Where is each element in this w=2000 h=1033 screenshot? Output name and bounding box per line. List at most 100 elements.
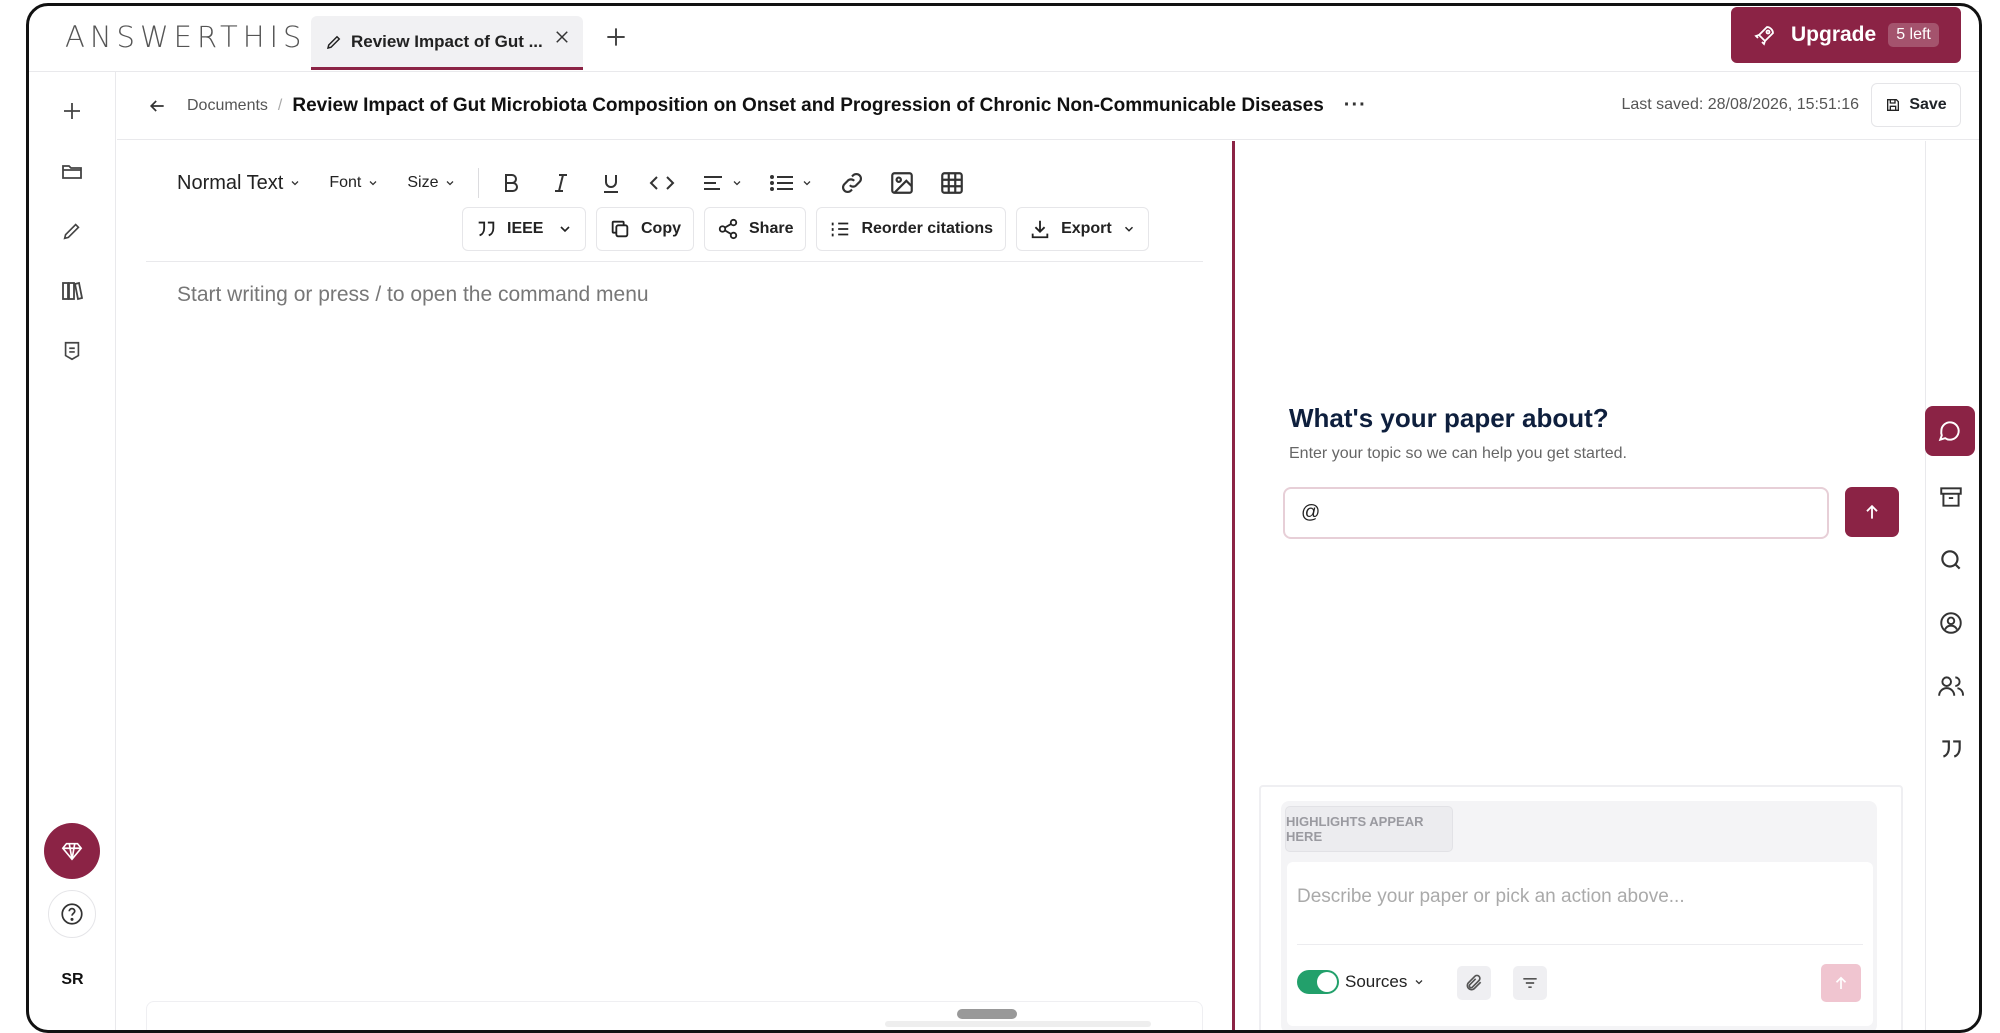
gem-button[interactable] xyxy=(44,823,100,879)
citation-style-select[interactable]: IEEE xyxy=(462,207,586,251)
chevron-down-icon xyxy=(1122,222,1136,236)
chat-composer-inner: HIGHLIGHTS APPEAR HERE Describe your pap… xyxy=(1281,801,1877,1030)
code-icon[interactable] xyxy=(649,171,675,195)
document-title: Review Impact of Gut Microbiota Composit… xyxy=(292,94,1324,116)
upgrade-button[interactable]: Upgrade 5 left xyxy=(1731,7,1961,63)
save-icon xyxy=(1885,97,1901,113)
copy-button[interactable]: Copy xyxy=(596,207,694,251)
copy-label: Copy xyxy=(641,220,681,237)
topic-input[interactable] xyxy=(1283,487,1829,539)
sources-toggle[interactable] xyxy=(1297,970,1339,994)
resize-handle[interactable] xyxy=(957,1009,1017,1019)
image-icon[interactable] xyxy=(889,170,915,196)
size-select[interactable]: Size xyxy=(407,174,456,192)
toolbar-divider xyxy=(146,261,1203,262)
search-icon[interactable] xyxy=(1937,546,1965,574)
archive-icon[interactable] xyxy=(1937,483,1965,511)
list-menu[interactable] xyxy=(769,171,813,195)
text-style-label: Normal Text xyxy=(177,171,284,194)
quote-icon[interactable] xyxy=(1937,735,1965,763)
attach-button[interactable] xyxy=(1457,966,1491,1000)
chat-input-placeholder: Describe your paper or pick an action ab… xyxy=(1297,886,1685,907)
download-icon xyxy=(1029,218,1051,240)
pencil-icon xyxy=(325,33,343,51)
rocket-icon xyxy=(1753,23,1777,47)
editor-content-area[interactable]: Start writing or press / to open the com… xyxy=(177,283,649,307)
bold-icon[interactable] xyxy=(499,171,523,195)
assistant-title: What's your paper about? xyxy=(1289,403,1609,433)
format-toolbar: Normal Text Font Size xyxy=(177,163,965,203)
tab-label: Review Impact of Gut ... xyxy=(351,31,543,51)
chat-send-button[interactable] xyxy=(1821,964,1861,1002)
chevron-down-icon xyxy=(731,177,743,189)
back-arrow-icon[interactable] xyxy=(147,96,167,116)
gem-icon xyxy=(61,840,83,862)
font-label: Font xyxy=(329,174,362,191)
chat-composer: HIGHLIGHTS APPEAR HERE Describe your pap… xyxy=(1259,785,1903,1030)
share-label: Share xyxy=(749,220,794,237)
arrow-up-icon xyxy=(1862,502,1882,522)
sources-label: Sources xyxy=(1345,972,1408,991)
assistant-subtitle: Enter your topic so we can help you get … xyxy=(1289,445,1627,462)
save-label: Save xyxy=(1909,96,1947,113)
folder-icon[interactable] xyxy=(59,158,85,184)
chat-input-area[interactable]: Describe your paper or pick an action ab… xyxy=(1287,862,1873,1026)
plus-icon[interactable] xyxy=(59,98,85,124)
underline-icon[interactable] xyxy=(599,171,623,195)
document-actions-toolbar: IEEE Copy Share Reorder citations Export xyxy=(462,207,1149,251)
editor-footer xyxy=(146,1001,1203,1030)
save-button[interactable]: Save xyxy=(1871,83,1961,127)
toolbar-divider xyxy=(478,168,480,198)
numbered-list-icon xyxy=(829,218,851,240)
help-button[interactable] xyxy=(48,890,96,938)
align-menu[interactable] xyxy=(701,171,743,195)
bullet-list-icon xyxy=(769,171,795,195)
share-icon xyxy=(717,218,739,240)
sources-select[interactable]: Sources xyxy=(1345,972,1425,992)
reorder-citations-button[interactable]: Reorder citations xyxy=(816,207,1007,251)
tab-document[interactable]: Review Impact of Gut ... xyxy=(311,16,583,70)
chat-divider xyxy=(1297,944,1863,945)
chevron-down-icon xyxy=(1413,976,1425,988)
close-tab-icon[interactable] xyxy=(553,28,571,46)
chevron-down-icon xyxy=(557,221,573,237)
breadcrumb-documents-link[interactable]: Documents xyxy=(187,97,268,115)
text-style-select[interactable]: Normal Text xyxy=(177,172,301,195)
books-icon[interactable] xyxy=(59,278,85,304)
submit-topic-button[interactable] xyxy=(1845,487,1899,537)
link-icon[interactable] xyxy=(839,170,865,196)
filter-icon xyxy=(1520,973,1540,993)
more-options-button[interactable]: ··· xyxy=(1344,94,1367,117)
user-circle-icon[interactable] xyxy=(1937,609,1965,637)
size-label: Size xyxy=(407,174,439,191)
reorder-label: Reorder citations xyxy=(861,220,994,237)
share-button[interactable]: Share xyxy=(704,207,807,251)
left-sidebar: SR xyxy=(29,72,116,1030)
font-select[interactable]: Font xyxy=(329,174,379,192)
chevron-down-icon xyxy=(444,177,456,189)
chevron-down-icon xyxy=(801,177,813,189)
upgrade-label: Upgrade xyxy=(1791,23,1877,46)
highlights-tag: HIGHLIGHTS APPEAR HERE xyxy=(1285,806,1453,852)
breadcrumb-separator: / xyxy=(277,96,283,114)
italic-icon[interactable] xyxy=(549,171,573,195)
filter-button[interactable] xyxy=(1513,966,1547,1000)
help-icon xyxy=(59,901,85,927)
chevron-down-icon xyxy=(289,177,301,189)
editor-pane: Normal Text Font Size IEEE Copy Share Re… xyxy=(117,141,1232,1030)
user-initials[interactable]: SR xyxy=(29,971,116,989)
pencil-icon[interactable] xyxy=(59,218,85,244)
users-icon[interactable] xyxy=(1937,672,1965,700)
top-bar: ANSWERTHIS Review Impact of Gut ... Upgr… xyxy=(29,6,1979,72)
copy-icon xyxy=(609,218,631,240)
citation-style-label: IEEE xyxy=(507,220,544,237)
notes-icon[interactable] xyxy=(59,338,85,364)
new-tab-button[interactable] xyxy=(603,24,629,50)
table-icon[interactable] xyxy=(939,170,965,196)
quote-icon xyxy=(475,218,497,240)
breadcrumb: Documents / Review Impact of Gut Microbi… xyxy=(117,72,1979,140)
right-rail xyxy=(1921,141,1979,1030)
horizontal-scrollbar-track[interactable] xyxy=(885,1021,1151,1027)
chat-tab-button[interactable] xyxy=(1925,406,1975,456)
export-button[interactable]: Export xyxy=(1016,207,1149,251)
